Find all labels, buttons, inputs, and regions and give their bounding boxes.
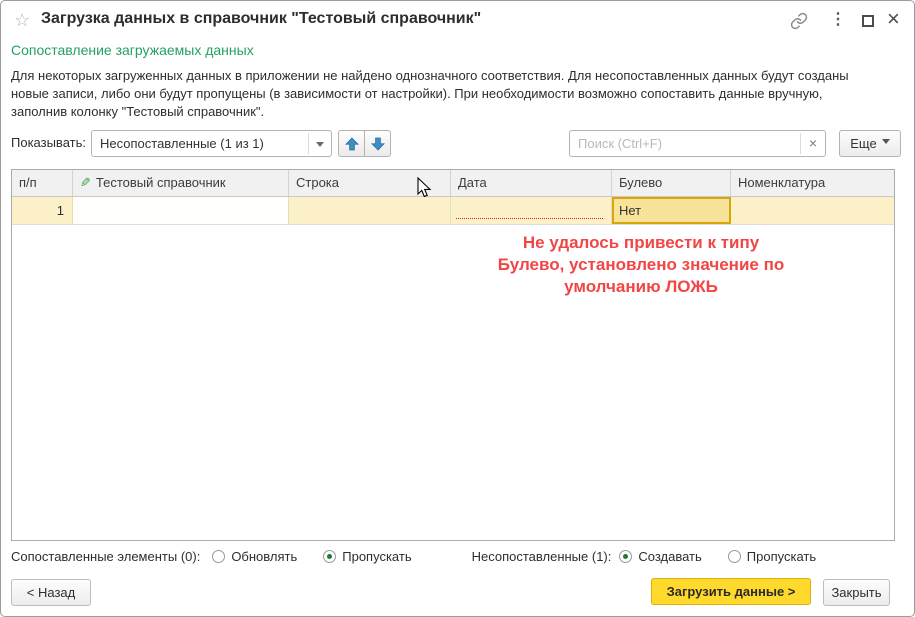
get-link-icon[interactable] bbox=[790, 12, 808, 35]
column-header-boolean[interactable]: Булево bbox=[612, 170, 731, 196]
show-label: Показывать: bbox=[11, 135, 86, 150]
table-header: п/п ✎Тестовый справочник Строка Дата Бул… bbox=[12, 170, 894, 197]
arrow-down-icon bbox=[371, 137, 385, 151]
clear-search-button[interactable]: × bbox=[800, 133, 825, 154]
radio-unmatched-create[interactable]: Создавать bbox=[619, 549, 701, 564]
radio-unmatched-skip-label: Пропускать bbox=[747, 549, 816, 564]
window-title: Загрузка данных в справочник "Тестовый с… bbox=[41, 10, 481, 28]
more-button-label: Еще bbox=[850, 136, 876, 151]
dropdown-button[interactable] bbox=[308, 133, 331, 154]
column-header-catalog-label: Тестовый справочник bbox=[96, 175, 226, 190]
arrow-up-icon bbox=[345, 137, 359, 151]
mouse-cursor bbox=[417, 177, 433, 199]
close-button[interactable]: Закрыть bbox=[823, 579, 890, 606]
radio-icon-checked[interactable] bbox=[323, 550, 336, 563]
filter-dropdown-value: Несопоставленные (1 из 1) bbox=[100, 131, 264, 156]
column-header-nomenclature[interactable]: Номенклатура bbox=[731, 170, 894, 196]
cell-catalog[interactable] bbox=[73, 197, 289, 224]
radio-icon-checked[interactable] bbox=[619, 550, 632, 563]
cell-nomenclature[interactable] bbox=[731, 197, 894, 224]
move-row-buttons bbox=[338, 130, 391, 157]
cell-string[interactable] bbox=[289, 197, 451, 224]
footer-options: Сопоставленные элементы (0): Обновлять П… bbox=[11, 549, 816, 564]
error-annotation-line: Не удалось привести к типу bbox=[381, 232, 901, 254]
radio-matched-skip-label: Пропускать bbox=[342, 549, 411, 564]
radio-unmatched-create-label: Создавать bbox=[638, 549, 701, 564]
filter-dropdown[interactable]: Несопоставленные (1 из 1) bbox=[91, 130, 332, 157]
chevron-down-icon bbox=[316, 142, 324, 151]
search-input[interactable] bbox=[570, 131, 798, 156]
back-button[interactable]: < Назад bbox=[11, 579, 91, 606]
cell-date[interactable] bbox=[451, 197, 612, 224]
radio-icon[interactable] bbox=[212, 550, 225, 563]
load-data-button[interactable]: Загрузить данные > bbox=[651, 578, 811, 605]
description-text: Для некоторых загруженных данных в прило… bbox=[11, 67, 869, 121]
column-header-catalog[interactable]: ✎ Тестовый справочник bbox=[73, 170, 289, 196]
page-title: Сопоставление загружаемых данных bbox=[11, 42, 254, 58]
close-window-icon[interactable]: × bbox=[887, 6, 900, 32]
radio-matched-update-label: Обновлять bbox=[231, 549, 297, 564]
mapping-table: п/п ✎Тестовый справочник Строка Дата Бул… bbox=[11, 169, 895, 541]
column-header-date[interactable]: Дата bbox=[451, 170, 612, 196]
radio-icon[interactable] bbox=[728, 550, 741, 563]
radio-unmatched-skip[interactable]: Пропускать bbox=[728, 549, 816, 564]
unmatched-label: Несопоставленные (1): bbox=[472, 549, 612, 564]
move-up-button[interactable] bbox=[338, 130, 365, 157]
dialog-window: ☆ Загрузка данных в справочник "Тестовый… bbox=[0, 0, 915, 617]
favorite-star-icon[interactable]: ☆ bbox=[14, 10, 30, 30]
radio-matched-update[interactable]: Обновлять bbox=[212, 549, 297, 564]
more-button[interactable]: Еще bbox=[839, 130, 901, 157]
matched-label: Сопоставленные элементы (0): bbox=[11, 549, 200, 564]
table-row: 1 Нет bbox=[12, 197, 894, 225]
more-menu-icon[interactable]: ⋮ bbox=[830, 9, 846, 29]
error-annotation-line: Булево, установлено значение по bbox=[381, 254, 901, 276]
cell-boolean-selected[interactable]: Нет bbox=[612, 197, 731, 224]
error-annotation: Не удалось привести к типу Булево, устан… bbox=[381, 232, 901, 298]
column-header-num[interactable]: п/п bbox=[12, 170, 73, 196]
maximize-icon[interactable] bbox=[862, 15, 874, 27]
error-underline bbox=[456, 218, 603, 219]
pencil-icon: ✎ bbox=[80, 170, 91, 196]
cell-row-number[interactable]: 1 bbox=[12, 197, 73, 224]
move-down-button[interactable] bbox=[364, 130, 391, 157]
chevron-down-icon bbox=[882, 139, 890, 148]
search-field: × bbox=[569, 130, 826, 157]
error-annotation-line: умолчанию ЛОЖЬ bbox=[381, 276, 901, 298]
radio-matched-skip[interactable]: Пропускать bbox=[323, 549, 411, 564]
